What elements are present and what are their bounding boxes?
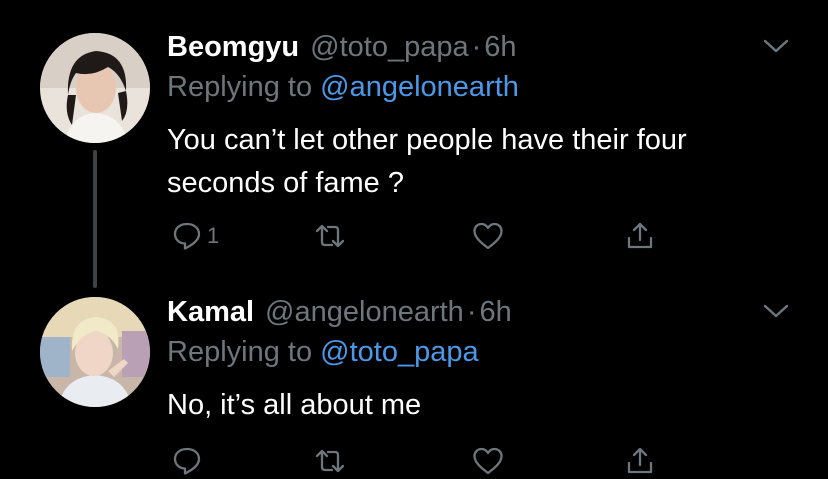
reply-count: 1 <box>207 223 220 248</box>
mention-link[interactable]: @toto_papa <box>320 336 478 368</box>
reply-button[interactable] <box>171 443 207 479</box>
tweet-header: Beomgyu @toto_papa · 6h <box>167 30 517 64</box>
avatar[interactable] <box>40 297 150 407</box>
separator: · <box>471 31 482 63</box>
avatar-photo-icon <box>40 33 150 143</box>
user-handle[interactable]: @toto_papa <box>310 30 468 64</box>
avatar[interactable] <box>40 33 150 143</box>
display-name[interactable]: Beomgyu <box>167 30 299 64</box>
tweet[interactable]: Kamal @angelonearth · 6h Replying to @to… <box>0 265 828 475</box>
retweet-icon <box>315 449 345 473</box>
replying-to: Replying to @angelonearth <box>167 70 519 104</box>
action-bar <box>0 443 828 479</box>
tweet-text: You can’t let other people have their fo… <box>167 124 687 199</box>
like-icon <box>473 447 503 475</box>
share-button[interactable] <box>624 443 656 479</box>
chevron-down-icon[interactable] <box>762 36 790 56</box>
mention-link[interactable]: @angelonearth <box>320 71 519 103</box>
like-button[interactable] <box>471 443 509 479</box>
timestamp[interactable]: 6h <box>479 295 511 329</box>
retweet-icon <box>315 224 345 248</box>
retweet-button[interactable] <box>313 218 351 254</box>
share-icon <box>627 222 653 249</box>
reply-icon <box>173 222 201 250</box>
replying-to-label: Replying to <box>167 71 313 103</box>
action-bar: 1 <box>0 218 828 254</box>
user-handle[interactable]: @angelonearth <box>265 295 464 329</box>
replying-to-label: Replying to <box>167 336 313 368</box>
reply-icon <box>173 447 201 475</box>
avatar-photo-icon <box>40 297 150 407</box>
share-button[interactable] <box>624 218 656 254</box>
tweet[interactable]: Beomgyu @toto_papa · 6h Replying to @ang… <box>0 0 828 288</box>
like-icon <box>473 222 503 250</box>
reply-button[interactable]: 1 <box>171 218 219 254</box>
timestamp[interactable]: 6h <box>484 30 516 64</box>
tweet-header: Kamal @angelonearth · 6h <box>167 295 512 329</box>
display-name[interactable]: Kamal <box>167 295 254 329</box>
replying-to: Replying to @toto_papa <box>167 335 479 369</box>
separator: · <box>466 296 477 328</box>
tweet-text: No, it’s all about me <box>167 389 422 421</box>
retweet-button[interactable] <box>313 443 351 479</box>
like-button[interactable] <box>471 218 509 254</box>
chevron-down-icon[interactable] <box>762 301 790 321</box>
share-icon <box>627 447 653 474</box>
